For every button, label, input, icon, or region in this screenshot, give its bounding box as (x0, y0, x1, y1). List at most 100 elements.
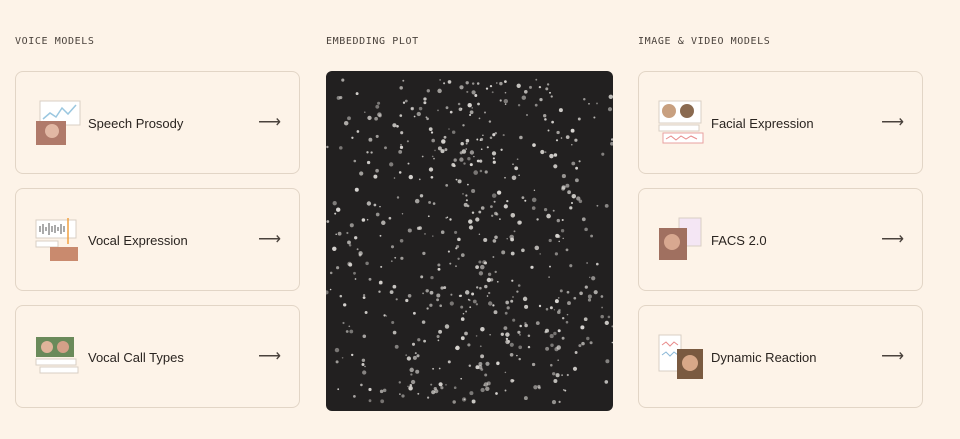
embedding-point (420, 275, 424, 279)
embedding-point (477, 364, 483, 370)
embedding-point (483, 384, 485, 386)
embedding-point (362, 334, 367, 339)
embedding-point (394, 344, 399, 349)
embedding-point (469, 391, 474, 396)
embedding-point (518, 357, 521, 361)
embedding-point (584, 227, 588, 232)
embedding-point (502, 134, 505, 137)
embedding-point (494, 235, 498, 240)
embedding-point (569, 206, 573, 210)
embedding-point (524, 199, 527, 202)
embedding-point (587, 298, 592, 302)
embedding-point (493, 200, 496, 203)
embedding-point (465, 148, 467, 150)
embedding-point (518, 345, 523, 350)
embedding-point (607, 107, 613, 112)
embedding-point (398, 381, 402, 384)
embedding-point (425, 289, 429, 293)
embedding-point (596, 204, 599, 207)
embedding-point (447, 80, 452, 84)
embedding-point (464, 290, 470, 295)
embedding-point (366, 201, 372, 206)
embedding-point (554, 252, 558, 256)
embedding-point (588, 103, 590, 105)
embedding-point (482, 134, 484, 137)
speech-prosody-card[interactable]: Speech Prosody ⟶ (15, 71, 300, 174)
embedding-point (574, 351, 578, 354)
embedding-point (463, 162, 466, 165)
embedding-point (437, 146, 442, 151)
embedding-point (509, 352, 514, 357)
embedding-point (438, 329, 443, 334)
embedding-point (467, 102, 472, 108)
embedding-point (506, 306, 510, 310)
embedding-point (457, 237, 461, 242)
embedding-point (467, 298, 470, 301)
embedding-point (332, 201, 337, 206)
embedding-point (334, 212, 337, 215)
embedding-point (475, 217, 480, 222)
embedding-point (349, 223, 354, 228)
embedding-point (334, 347, 340, 353)
embedding-point (428, 200, 432, 204)
embedding-plot[interactable] (326, 71, 613, 411)
embedding-point (437, 109, 439, 112)
embedding-point (533, 189, 536, 191)
embedding-point (375, 212, 380, 217)
embedding-point (337, 231, 342, 236)
embedding-point (359, 171, 364, 176)
embedding-point (417, 338, 421, 342)
embedding-point (494, 211, 498, 216)
embedding-point (485, 361, 490, 366)
embedding-point (601, 152, 605, 156)
vocal-expression-thumbnail (35, 218, 78, 261)
embedding-point (535, 321, 540, 325)
embedding-point (496, 190, 502, 195)
embedding-point (524, 323, 528, 328)
embedding-point (539, 253, 541, 255)
embedding-point (583, 317, 588, 322)
embedding-point (335, 360, 339, 364)
embedding-point (491, 151, 497, 156)
facs-card[interactable]: FACS 2.0 ⟶ (638, 188, 923, 291)
embedding-point (353, 395, 356, 398)
facs-thumbnail (659, 217, 702, 260)
embedding-point (404, 99, 408, 103)
embedding-point (516, 290, 519, 293)
embedding-point (475, 265, 479, 269)
embedding-point (457, 102, 461, 106)
embedding-point (430, 383, 433, 386)
embedding-point (516, 83, 521, 88)
embedding-point (457, 257, 460, 260)
embedding-point (364, 111, 366, 113)
vocal-expression-card[interactable]: Vocal Expression ⟶ (15, 188, 300, 291)
dynamic-reaction-card[interactable]: Dynamic Reaction ⟶ (638, 305, 923, 408)
embedding-point (415, 369, 420, 374)
embedding-point (459, 85, 464, 90)
embedding-point (514, 166, 519, 171)
embedding-point (412, 311, 416, 315)
embedding-point (440, 286, 444, 290)
embedding-point (460, 336, 465, 341)
embedding-point (489, 334, 491, 336)
embedding-point (484, 373, 488, 377)
embedding-point (443, 286, 447, 290)
embedding-point (443, 82, 446, 85)
embedding-point (394, 256, 397, 259)
embedding-point (411, 107, 413, 110)
embedding-point (398, 149, 403, 154)
embedding-point (506, 238, 508, 240)
embedding-point (339, 96, 343, 100)
embedding-point (471, 90, 476, 95)
embedding-point (553, 164, 558, 169)
embedding-point (504, 176, 506, 179)
embedding-point (512, 379, 515, 382)
embedding-point (586, 336, 590, 341)
embedding-point (455, 265, 457, 268)
embedding-point (471, 292, 475, 296)
embedding-point (347, 261, 352, 267)
vocal-call-types-card[interactable]: Vocal Call Types ⟶ (15, 305, 300, 408)
embedding-point (471, 107, 474, 109)
embedding-point (488, 291, 491, 295)
facial-expression-card[interactable]: Facial Expression ⟶ (638, 71, 923, 174)
